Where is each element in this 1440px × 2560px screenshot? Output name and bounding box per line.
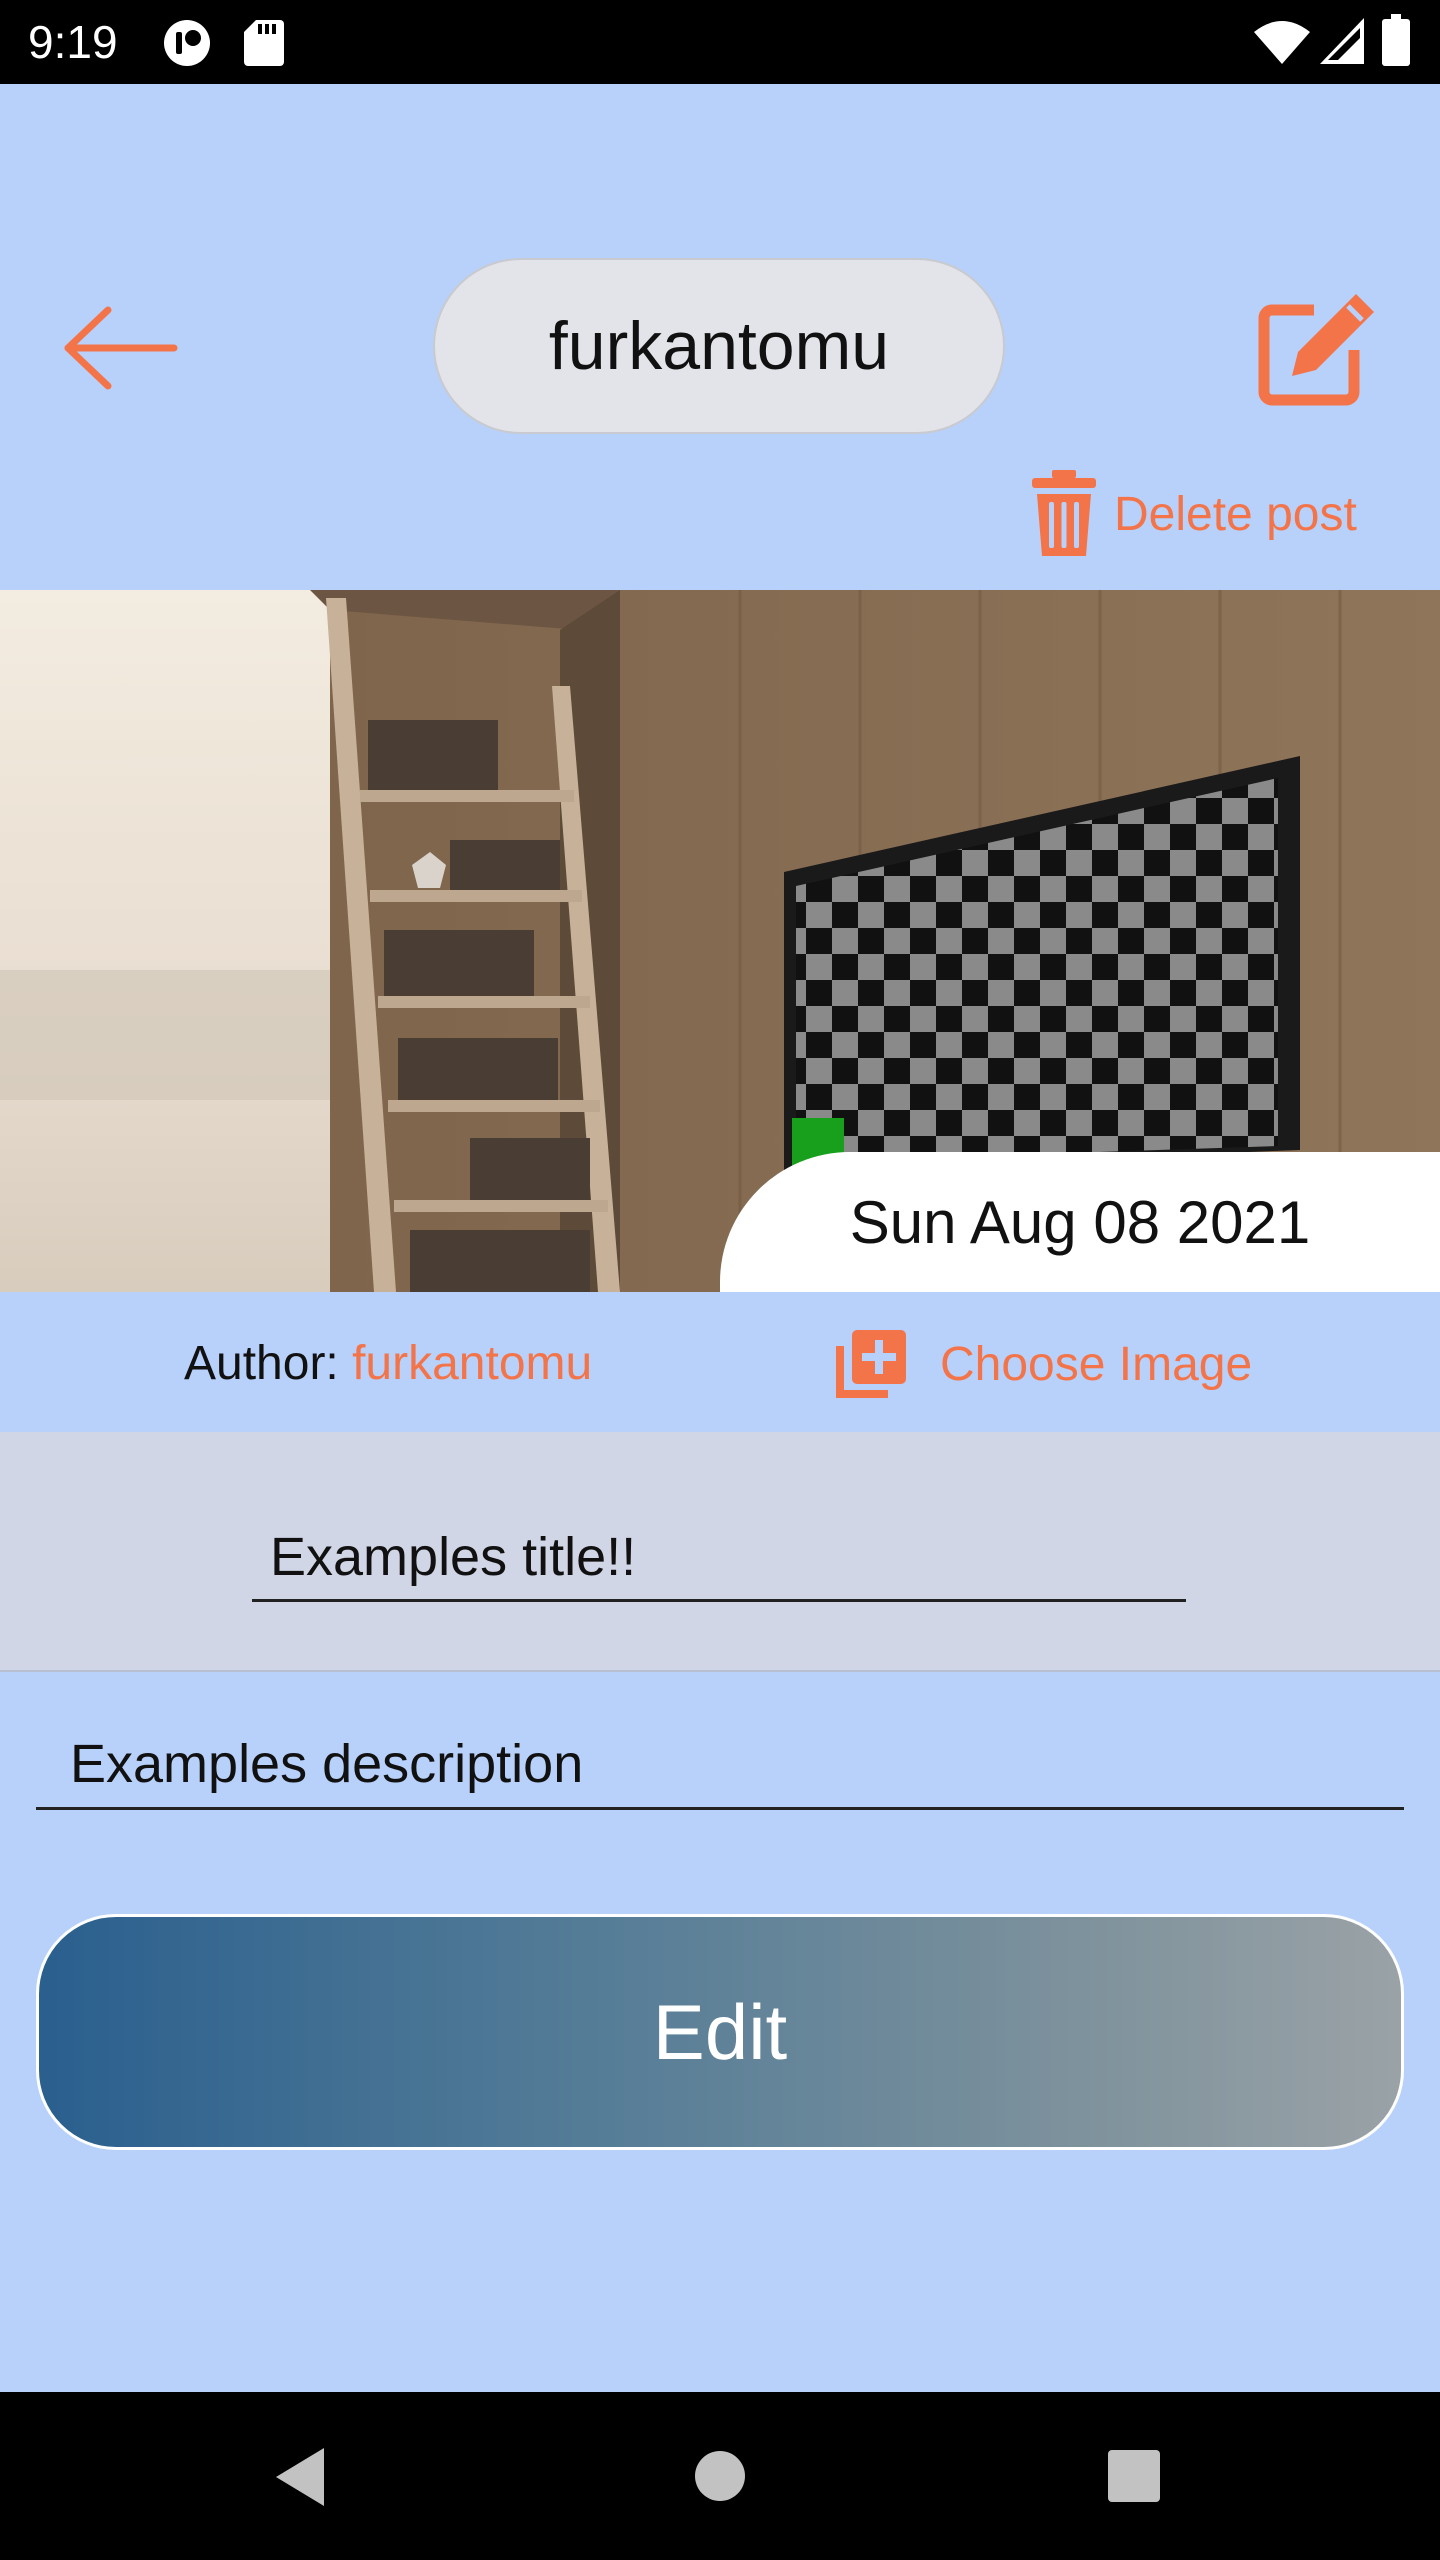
username-text: furkantomu [548,308,890,384]
arrow-left-icon [64,306,178,390]
wifi-icon [1254,21,1310,64]
date-badge: Sun Aug 08 2021 [720,1152,1440,1292]
author-info: Author: furkantomu [184,1334,592,1394]
status-bar: 9:19 [0,0,1440,84]
edit-button[interactable]: Edit [36,1914,1404,2150]
post-date: Sun Aug 08 2021 [849,1188,1311,1256]
home-circle-icon[interactable] [694,2450,746,2502]
choose-image-button[interactable]: Choose Image [834,1322,1274,1406]
description-input[interactable] [36,1720,1404,1810]
status-time: 9:19 [28,16,118,68]
delete-post-label: Delete post [1114,487,1357,541]
account-circle-icon [164,20,210,66]
edit-square-icon [1258,294,1374,406]
navigation-bar [0,2392,1440,2560]
delete-post-button[interactable]: Delete post [1030,466,1380,562]
add-photo-library-icon [836,1330,906,1398]
back-triangle-icon[interactable] [272,2446,328,2508]
edit-post-button[interactable] [1252,288,1382,408]
battery-icon [1382,14,1410,66]
username-pill: furkantomu [433,258,1005,434]
sd-card-icon [244,20,284,66]
author-name: furkantomu [352,1337,593,1390]
cell-signal-icon [1320,18,1364,64]
recents-square-icon[interactable] [1108,2450,1160,2502]
back-button[interactable] [58,298,188,398]
title-input[interactable] [252,1514,1186,1602]
edit-button-label: Edit [652,1987,788,2076]
choose-image-label: Choose Image [940,1337,1253,1391]
trash-icon [1032,470,1096,556]
author-label: Author: [184,1337,353,1390]
